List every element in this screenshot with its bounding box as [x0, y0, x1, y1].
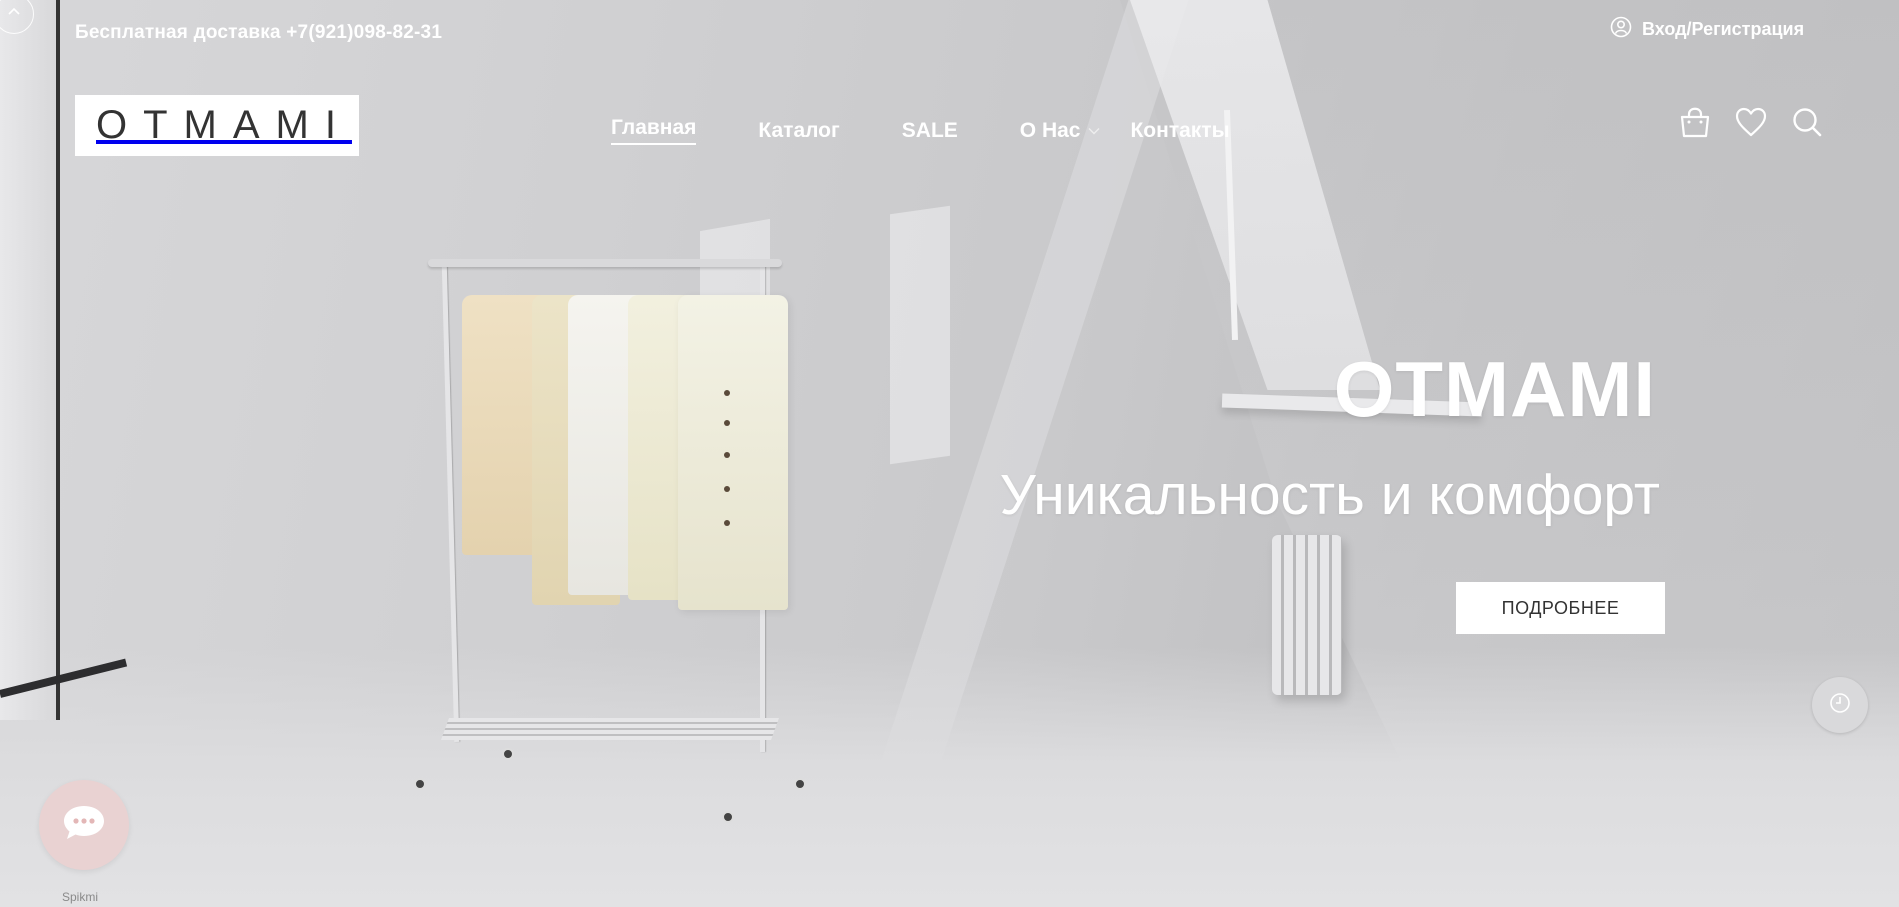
radiator: [1272, 535, 1342, 695]
shirt-button: [724, 390, 730, 396]
nav-item-about[interactable]: О Нас: [1019, 118, 1100, 143]
nav-item-catalog[interactable]: Каталог: [758, 119, 839, 143]
chat-widget-button[interactable]: [39, 780, 129, 870]
shirt-button: [724, 486, 730, 492]
shirt-button: [724, 420, 730, 426]
chevron-down-icon: [1088, 127, 1100, 135]
chevron-up-icon: [7, 5, 21, 24]
cart-button[interactable]: [1678, 107, 1712, 141]
shirt-button: [724, 452, 730, 458]
floor: [0, 647, 1899, 907]
nav-item-home[interactable]: Главная: [611, 116, 697, 145]
cart-bag-icon: [1678, 105, 1712, 144]
clock-icon: [1829, 692, 1851, 719]
user-icon: [1610, 16, 1632, 43]
chat-bubble-icon: [61, 803, 107, 848]
shirt-button: [724, 520, 730, 526]
main-nav: Главная Каталог SALE О Нас Контакты: [611, 116, 1292, 145]
delivery-phone-text: Бесплатная доставка +7(921)098-82-31: [75, 22, 443, 43]
rack-wheel: [414, 778, 426, 790]
heart-icon: [1734, 106, 1768, 143]
hero-subtitle: Уникальность и комфорт: [999, 463, 1660, 527]
search-icon: [1791, 106, 1823, 143]
rack-wheel: [722, 811, 734, 823]
mirror-stand: [0, 0, 60, 720]
nav-item-about-label: О Нас: [1019, 118, 1081, 142]
more-details-button[interactable]: ПОДРОБНЕЕ: [1456, 582, 1665, 634]
chat-widget-label: Spikmi: [62, 890, 99, 904]
login-label: Вход/Регистрация: [1642, 19, 1805, 39]
search-button[interactable]: [1790, 107, 1824, 141]
rack-shelf: [440, 718, 780, 740]
hero-title: OTMAMI: [1333, 345, 1656, 433]
light-patch: [890, 205, 950, 465]
nav-item-sale[interactable]: SALE: [902, 119, 958, 143]
callback-widget-button[interactable]: [1812, 677, 1868, 733]
logo-text: OTMAMI: [96, 103, 352, 147]
nav-item-contacts[interactable]: Контакты: [1130, 119, 1229, 143]
wishlist-button[interactable]: [1734, 107, 1768, 141]
rack-bar: [428, 259, 782, 267]
site-logo[interactable]: OTMAMI: [75, 95, 359, 156]
header-actions: [1678, 107, 1824, 141]
login-register-link[interactable]: Вход/Регистрация: [1610, 16, 1804, 43]
rack-wheel: [794, 778, 806, 790]
rack-wheel: [502, 748, 514, 760]
shirt: [678, 295, 788, 610]
